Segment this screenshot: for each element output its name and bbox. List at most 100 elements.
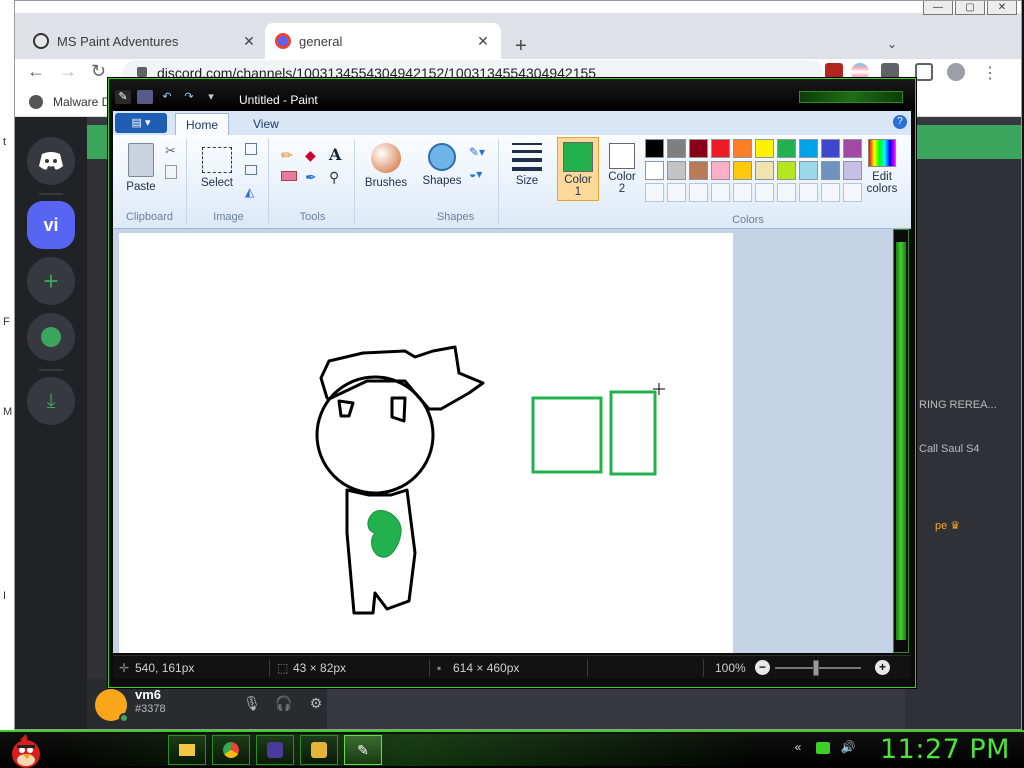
palette-swatch[interactable] — [821, 183, 840, 202]
copy-icon[interactable] — [165, 165, 177, 179]
forward-button[interactable]: → — [59, 61, 77, 82]
taskbar-paint[interactable]: ✎ — [344, 735, 382, 765]
palette-swatch[interactable] — [799, 161, 818, 180]
palette-swatch[interactable] — [689, 161, 708, 180]
maximize-button[interactable]: ▢ — [955, 1, 985, 15]
chevron-icon[interactable]: « — [790, 740, 806, 756]
scrollbar-thumb[interactable] — [896, 242, 906, 640]
palette-swatch[interactable] — [733, 161, 752, 180]
palette-swatch[interactable] — [667, 139, 686, 158]
palette-swatch[interactable] — [843, 183, 862, 202]
palette-swatch[interactable] — [755, 183, 774, 202]
rotate-icon[interactable]: ◭ — [245, 185, 263, 203]
help-button[interactable]: ? — [893, 115, 907, 129]
outline-icon[interactable]: ✎▾ — [469, 145, 487, 163]
paste-button[interactable]: Paste — [121, 143, 161, 193]
palette-swatch[interactable] — [645, 183, 664, 202]
redo-icon[interactable]: ↷ — [181, 90, 197, 104]
back-button[interactable]: ← — [27, 61, 45, 82]
palette-swatch[interactable] — [711, 139, 730, 158]
reload-button[interactable]: ↻ — [91, 61, 106, 82]
palette-swatch[interactable] — [667, 183, 686, 202]
network-icon[interactable] — [816, 742, 830, 754]
menu-dots-icon[interactable]: ⋮ — [981, 63, 999, 82]
palette-swatch[interactable] — [821, 139, 840, 158]
zoom-in-button[interactable]: + — [875, 660, 890, 675]
fill-style-icon[interactable]: ◒▾ — [469, 167, 487, 185]
close-button[interactable]: ✕ — [987, 1, 1017, 15]
palette-swatch[interactable] — [711, 161, 730, 180]
palette-swatch[interactable] — [755, 139, 774, 158]
tab-close-icon[interactable]: ✕ — [241, 33, 257, 50]
palette-swatch[interactable] — [645, 139, 664, 158]
zoom-out-button[interactable]: − — [755, 660, 770, 675]
discord-home-button[interactable] — [27, 137, 75, 185]
palette-swatch[interactable] — [711, 183, 730, 202]
taskbar-chrome[interactable] — [212, 735, 250, 765]
save-icon[interactable] — [137, 90, 153, 104]
palette-swatch[interactable] — [645, 161, 664, 180]
select-button[interactable]: Select — [197, 143, 237, 189]
color1-button[interactable]: Color 1 — [557, 137, 599, 201]
lock-icon[interactable] — [137, 67, 147, 77]
edit-colors-button[interactable]: Edit colors — [861, 139, 903, 195]
palette-swatch[interactable] — [733, 183, 752, 202]
zoom-slider-thumb[interactable] — [813, 660, 819, 676]
profile-avatar-icon[interactable] — [947, 63, 965, 81]
palette-swatch[interactable] — [799, 183, 818, 202]
volume-icon[interactable]: 🔊 — [840, 740, 856, 756]
crop-icon[interactable] — [245, 143, 257, 155]
text-icon[interactable]: A — [329, 145, 347, 164]
palette-swatch[interactable] — [777, 139, 796, 158]
headphones-icon[interactable]: 🎧 — [275, 695, 293, 713]
palette-swatch[interactable] — [777, 183, 796, 202]
palette-swatch[interactable] — [733, 139, 752, 158]
palette-swatch[interactable] — [689, 139, 708, 158]
paint-window-controls[interactable] — [799, 91, 903, 103]
vertical-scrollbar[interactable] — [893, 229, 909, 653]
fill-icon[interactable]: ◆ — [305, 147, 323, 165]
start-button[interactable] — [6, 732, 46, 768]
palette-swatch[interactable] — [689, 183, 708, 202]
taskbar-explorer[interactable] — [168, 735, 206, 765]
palette-swatch[interactable] — [843, 139, 862, 158]
palette-swatch[interactable] — [843, 161, 862, 180]
tab-general[interactable]: general ✕ — [265, 23, 501, 59]
side-panel-icon[interactable] — [915, 63, 933, 81]
bookmark-malware[interactable]: Malware D — [29, 95, 110, 109]
download-apps-button[interactable]: ⤓ — [27, 377, 75, 425]
customize-qat-icon[interactable]: ▾ — [203, 90, 219, 104]
tab-ms-paint-adventures[interactable]: MS Paint Adventures ✕ — [23, 23, 267, 59]
brushes-button[interactable]: Brushes — [363, 143, 409, 189]
taskbar-app[interactable] — [300, 735, 338, 765]
resize-icon[interactable] — [245, 165, 257, 175]
server-vi[interactable]: vi — [27, 201, 75, 249]
file-menu-button[interactable]: ▤ ▾ — [115, 113, 167, 133]
clock[interactable]: 11:27 PM — [880, 734, 1010, 765]
add-server-button[interactable]: + — [27, 257, 75, 305]
microphone-icon[interactable]: 🎙 — [243, 695, 261, 713]
tab-home[interactable]: Home — [175, 113, 230, 135]
taskbar-app[interactable] — [256, 735, 294, 765]
palette-swatch[interactable] — [667, 161, 686, 180]
eraser-icon[interactable] — [281, 171, 297, 181]
explore-servers-button[interactable] — [27, 313, 75, 361]
tab-close-icon[interactable]: ✕ — [475, 33, 491, 50]
tab-search-button[interactable]: ⌄ — [887, 37, 897, 51]
cut-icon[interactable]: ✂ — [165, 143, 183, 161]
palette-swatch[interactable] — [799, 139, 818, 158]
new-tab-button[interactable]: + — [515, 35, 527, 58]
palette-swatch[interactable] — [821, 161, 840, 180]
undo-icon[interactable]: ↶ — [159, 90, 175, 104]
tab-view[interactable]: View — [243, 113, 289, 135]
magnifier-icon[interactable]: ⚲ — [329, 169, 347, 187]
pencil-icon[interactable]: ✏ — [281, 147, 299, 165]
size-button[interactable]: Size — [507, 143, 547, 187]
gear-icon[interactable]: ⚙ — [307, 695, 325, 713]
minimize-button[interactable]: — — [923, 1, 953, 15]
palette-swatch[interactable] — [755, 161, 774, 180]
palette-swatch[interactable] — [777, 161, 796, 180]
color-picker-icon[interactable]: ✒ — [305, 169, 323, 187]
shapes-button[interactable]: Shapes — [419, 143, 465, 187]
drawing-canvas[interactable] — [119, 233, 733, 653]
